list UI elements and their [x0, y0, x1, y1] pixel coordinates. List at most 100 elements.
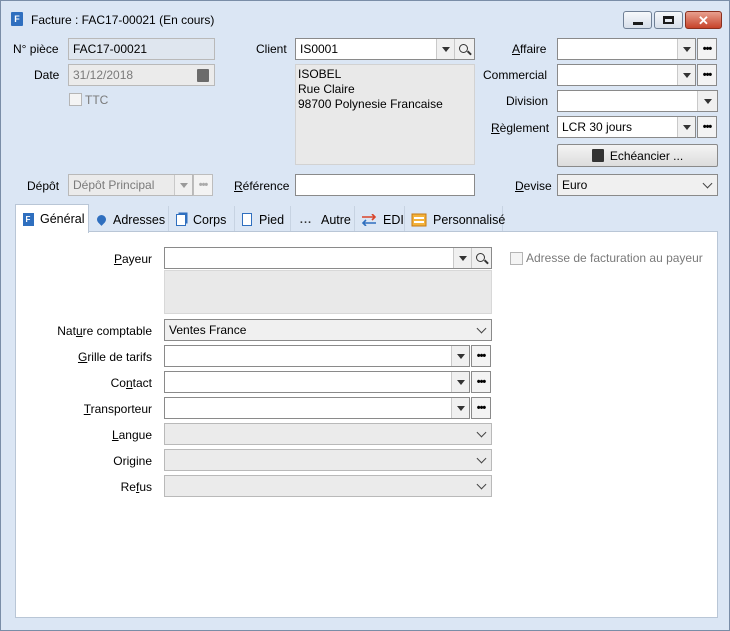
nature-comptable-label: Nature comptable [57, 324, 152, 338]
payeur-search-button[interactable] [471, 248, 491, 268]
depot-more-button[interactable]: ••• [193, 174, 213, 196]
devise-select[interactable]: Euro [557, 174, 718, 196]
affaire-field[interactable] [557, 38, 696, 60]
contact-dropdown-button[interactable] [451, 372, 469, 392]
calendar-button[interactable] [192, 68, 214, 82]
tab-label: Autre [321, 212, 351, 227]
pages-icon [175, 213, 187, 227]
chevron-down-icon [471, 320, 491, 340]
tab-adresses[interactable]: Adresses [89, 206, 169, 233]
reference-input[interactable] [295, 174, 475, 196]
ellipsis-icon: ••• [702, 121, 713, 133]
refus-select[interactable] [164, 475, 492, 497]
ellipsis-icon: ••• [476, 402, 487, 414]
chevron-down-icon [456, 405, 465, 411]
general-tab-panel: Payeur Adresse de facturation au payeur … [15, 231, 718, 618]
commercial-dropdown-button[interactable] [677, 65, 695, 85]
client-address-box: ISOBEL Rue Claire 98700 Polynesie Franca… [295, 64, 475, 165]
reglement-field[interactable]: LCR 30 jours [557, 116, 696, 138]
commercial-label: Commercial [483, 68, 548, 82]
tab-edi[interactable]: EDI [355, 206, 405, 233]
adresse-facturation-payeur-checkbox[interactable] [510, 252, 523, 265]
chevron-down-icon [697, 175, 717, 195]
ttc-checkbox[interactable] [69, 93, 82, 106]
client-address-line: 98700 Polynesie Francaise [298, 97, 443, 111]
page-icon [241, 213, 253, 227]
nature-comptable-select[interactable]: Ventes France [164, 319, 492, 341]
no-piece-label: N° pièce [13, 42, 59, 56]
langue-select[interactable] [164, 423, 492, 445]
contact-field[interactable] [164, 371, 470, 393]
origine-label: Origine [113, 454, 152, 468]
location-pin-icon [94, 213, 108, 227]
grille-tarifs-field[interactable] [164, 345, 470, 367]
tab-label: Adresses [113, 212, 166, 227]
tab-general[interactable]: F Général [15, 204, 89, 233]
maximize-icon [663, 16, 674, 24]
client-search-button[interactable] [454, 39, 474, 59]
ellipsis-icon: ••• [198, 179, 209, 191]
langue-label: Langue [111, 428, 152, 442]
transporteur-dropdown-button[interactable] [451, 398, 469, 418]
affaire-label: Affaire [512, 42, 547, 56]
tab-pied[interactable]: Pied [235, 206, 291, 233]
contact-label: Contact [110, 376, 152, 390]
minimize-button[interactable] [623, 11, 652, 29]
date-field[interactable]: 31/12/2018 [68, 64, 215, 86]
client-field[interactable]: IS0001 [295, 38, 475, 60]
payeur-field[interactable] [164, 247, 492, 269]
chevron-down-icon [456, 353, 465, 359]
search-icon [476, 252, 485, 262]
nature-comptable-value: Ventes France [169, 323, 247, 337]
echeancier-button[interactable]: Echéancier ... [557, 144, 718, 167]
client-address-line: ISOBEL [298, 67, 342, 81]
depot-dropdown-button[interactable] [174, 175, 192, 195]
division-dropdown-button[interactable] [697, 91, 717, 111]
division-field[interactable] [557, 90, 718, 112]
dots-icon: ... [299, 213, 313, 226]
transporteur-more-button[interactable]: ••• [471, 397, 491, 419]
exchange-arrows-icon [361, 213, 377, 227]
grille-tarifs-more-button[interactable]: ••• [471, 345, 491, 367]
ttc-label: TTC [85, 93, 109, 107]
tab-label: Général [40, 212, 85, 226]
reglement-more-button[interactable]: ••• [697, 116, 717, 138]
chevron-down-icon [471, 450, 491, 470]
commercial-more-button[interactable]: ••• [697, 64, 717, 86]
affaire-more-button[interactable]: ••• [697, 38, 717, 60]
echeancier-button-label: Echéancier ... [609, 148, 684, 163]
contact-more-button[interactable]: ••• [471, 371, 491, 393]
tab-label: Personnalisé [433, 212, 506, 227]
tab-autre[interactable]: ... Autre [291, 206, 355, 233]
document-icon: F [22, 212, 34, 226]
chevron-down-icon [471, 424, 491, 444]
chevron-down-icon [682, 72, 691, 78]
no-piece-field[interactable]: FAC17-00021 [68, 38, 215, 60]
maximize-button[interactable] [654, 11, 683, 29]
affaire-dropdown-button[interactable] [677, 39, 695, 59]
tab-corps[interactable]: Corps [169, 206, 235, 233]
search-icon [459, 43, 468, 53]
tab-label: Pied [259, 212, 285, 227]
client-label: Client [256, 42, 287, 56]
chevron-down-icon [179, 182, 188, 188]
client-dropdown-button[interactable] [436, 39, 454, 59]
reglement-dropdown-button[interactable] [677, 117, 695, 137]
chevron-down-icon [441, 46, 450, 52]
transporteur-field[interactable] [164, 397, 470, 419]
depot-label: Dépôt [27, 179, 60, 193]
devise-label: Devise [515, 179, 552, 193]
commercial-field[interactable] [557, 64, 696, 86]
invoice-window: F Facture : FAC17-00021 (En cours) ✕ N° … [0, 0, 730, 631]
chevron-down-icon [458, 255, 467, 261]
origine-select[interactable] [164, 449, 492, 471]
transporteur-label: Transporteur [83, 402, 152, 416]
depot-field[interactable]: Dépôt Principal [68, 174, 193, 196]
close-button[interactable]: ✕ [685, 11, 722, 29]
grille-tarifs-dropdown-button[interactable] [451, 346, 469, 366]
tab-personnalise[interactable]: Personnalisé [405, 206, 506, 233]
title-bar: F Facture : FAC17-00021 (En cours) ✕ [1, 1, 729, 33]
window-title: Facture : FAC17-00021 (En cours) [31, 13, 215, 27]
close-icon: ✕ [698, 12, 709, 28]
payeur-dropdown-button[interactable] [453, 248, 471, 268]
